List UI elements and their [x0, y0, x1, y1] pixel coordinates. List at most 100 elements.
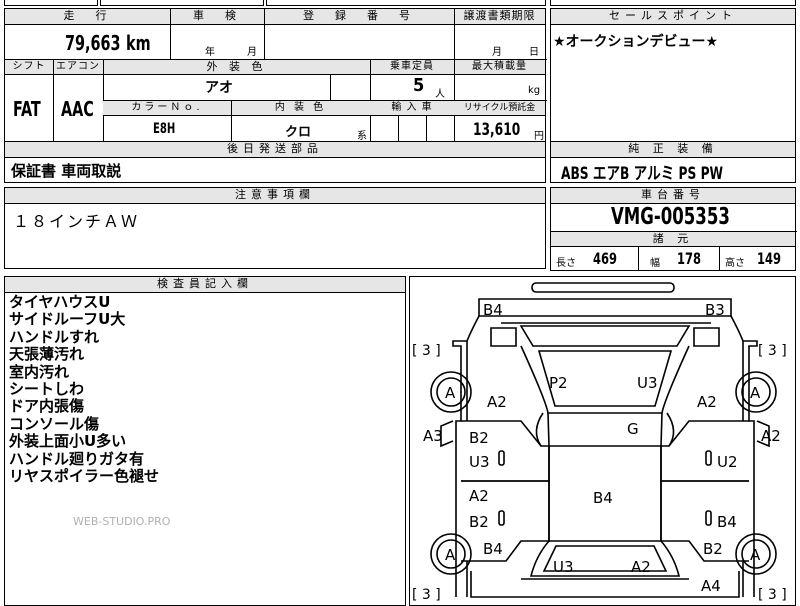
inspection-month: 月: [247, 47, 257, 58]
mileage-value: 79,663 km: [65, 31, 152, 55]
car-diagram: B4 B3 [ 3 ] [ 3 ] A A P2 U3 A2 A2 G A3 A…: [412, 282, 787, 603]
mileage-header: 走 行: [5, 9, 170, 25]
width-value: 178: [677, 249, 702, 268]
sales-point-text: ★オークションデビュー★: [553, 34, 719, 50]
interior-color-header: 内 装 色: [231, 101, 370, 116]
max-load-header: 最大積載量: [454, 60, 545, 75]
note-item: シートしわ: [9, 380, 85, 399]
caution-header: 注意事項欄: [5, 188, 545, 204]
mark-a3: A3: [423, 427, 443, 445]
mark-b4-rear-left: B4: [483, 540, 503, 558]
capacity-unit: 人: [435, 89, 445, 100]
mark-a2-rear: A2: [631, 558, 651, 576]
aircon-header: エアコン: [53, 60, 103, 75]
inspector-box: 検査員記入欄 タイヤハウスU サイドルーフU大 ハンドルすれ 天張薄汚れ 室内汚…: [4, 276, 406, 606]
mark-top-right: B3: [705, 301, 725, 319]
mark-a4-rear: A4: [701, 577, 721, 595]
mark-u3-roof: U3: [637, 374, 658, 392]
tire-grade-rl: A: [445, 546, 456, 564]
mark-u3-rear: U3: [553, 558, 574, 576]
mark-b2-rear-right: B2: [703, 540, 723, 558]
note-item: コンソール傷: [9, 414, 100, 433]
tire-bracket-fl: [ 3 ]: [412, 343, 441, 359]
tire-grade-rr: A: [750, 546, 761, 564]
mark-a2-left-fender: A2: [487, 393, 507, 411]
max-load-unit: kg: [528, 85, 541, 96]
interior-color-value: クロ: [285, 125, 312, 140]
later-parts-text: 保証書 車両取説: [11, 162, 122, 180]
exterior-color-value: アオ: [205, 80, 233, 96]
chassis-header: 車台番号: [551, 188, 795, 204]
caution-box: 注意事項欄 １８インチＡＷ: [4, 187, 546, 269]
mark-b4-center: B4: [593, 489, 613, 507]
mark-g: G: [627, 420, 639, 438]
specs-header: 諸 元: [551, 232, 795, 247]
mark-u3-fl-door: U3: [469, 453, 490, 471]
caution-text: １８インチＡＷ: [13, 212, 140, 231]
exterior-color-header: 外 装 色: [103, 60, 370, 75]
note-item: サイドルーフU大: [9, 310, 126, 329]
capacity-header: 乗車定員: [370, 60, 454, 75]
equipment-box: 純 正 装 備 ABS エアB アルミ PS PW: [550, 141, 796, 184]
inspector-header: 検査員記入欄: [5, 277, 405, 293]
top-strip-far-right: [550, 0, 796, 6]
car-diagram-box: B4 B3 [ 3 ] [ 3 ] A A P2 U3 A2 A2 G A3 A…: [409, 276, 796, 606]
sales-point-box: セールスポイント ★オークションデビュー★: [550, 8, 796, 142]
width-label: 幅: [650, 258, 660, 269]
chassis-value: VMG-005353: [611, 204, 730, 230]
inspector-notes: タイヤハウスU サイドルーフU大 ハンドルすれ 天張薄汚れ 室内汚れ シートしわ…: [9, 293, 160, 486]
shift-header: シフト: [5, 60, 53, 75]
length-label: 長さ: [556, 258, 576, 269]
transfer-day: 日: [529, 47, 539, 58]
tire-bracket-rr: [ 3 ]: [758, 587, 787, 603]
top-strip-mid: [100, 0, 264, 6]
recycle-unit: 円: [534, 131, 544, 142]
aircon-value: AAC: [61, 97, 94, 121]
mark-a2-rl-door: A2: [469, 487, 489, 505]
sales-point-header: セールスポイント: [551, 9, 795, 25]
note-item: 外装上面小U多い: [9, 432, 127, 451]
color-no-header: カラーＮｏ.: [103, 101, 231, 116]
tire-bracket-rl: [ 3 ]: [412, 587, 441, 603]
note-item: ハンドルすれ: [9, 327, 100, 346]
note-item: ハンドル廻りガタ有: [9, 449, 145, 468]
color-no-value: E8H: [153, 121, 176, 137]
height-value: 149: [757, 249, 782, 268]
watermark: WEB-STUDIO.PRO: [73, 515, 171, 528]
chassis-box: 車台番号 VMG-005353 諸 元 長さ 469 幅 178 高さ 149: [550, 187, 797, 271]
vehicle-info-table: 走 行 車 検 登 録 番 号 譲渡書類期限 79,663 km 年 月 月 日 …: [4, 8, 547, 143]
note-item: リヤスポイラー色褪せ: [9, 467, 160, 486]
shift-value: FAT: [13, 97, 41, 121]
inspection-year: 年: [205, 47, 215, 58]
later-parts-header: 後日発送部品: [5, 142, 545, 158]
mark-a2-right-side: A2: [761, 427, 781, 445]
length-value: 469: [593, 249, 618, 268]
registration-header: 登 録 番 号: [264, 9, 454, 25]
inspection-header: 車 検: [170, 9, 264, 25]
recycle-value: 13,610: [473, 120, 521, 140]
mark-b4-rr-door: B4: [717, 513, 737, 531]
mark-u2-fr-door: U2: [717, 453, 738, 471]
mark-a2-right-fender: A2: [697, 393, 717, 411]
equipment-text: ABS エアB アルミ PS PW: [561, 164, 724, 184]
capacity-value: 5: [413, 75, 425, 96]
recycle-header: リサイクル預託金: [454, 101, 545, 116]
mark-b2-rl-door: B2: [469, 513, 489, 531]
tire-grade-fr: A: [750, 384, 761, 402]
top-strip-right: [266, 0, 546, 6]
transfer-month: 月: [492, 47, 502, 58]
transfer-header: 譲渡書類期限: [454, 9, 545, 25]
later-parts-box: 後日発送部品 保証書 車両取説: [4, 141, 546, 183]
note-item: タイヤハウスU: [9, 293, 111, 311]
height-label: 高さ: [725, 258, 745, 269]
interior-color-suffix: 系: [357, 131, 367, 142]
import-header: 輸 入 車: [370, 101, 454, 116]
equipment-header: 純 正 装 備: [551, 142, 795, 158]
note-item: ドア内張傷: [9, 397, 85, 416]
tire-grade-fl: A: [445, 384, 456, 402]
top-strip-left: [4, 0, 98, 6]
tire-bracket-fr: [ 3 ]: [758, 343, 787, 359]
note-item: 室内汚れ: [9, 362, 70, 381]
mark-top-left: B4: [483, 301, 503, 319]
mark-p2: P2: [549, 374, 568, 392]
